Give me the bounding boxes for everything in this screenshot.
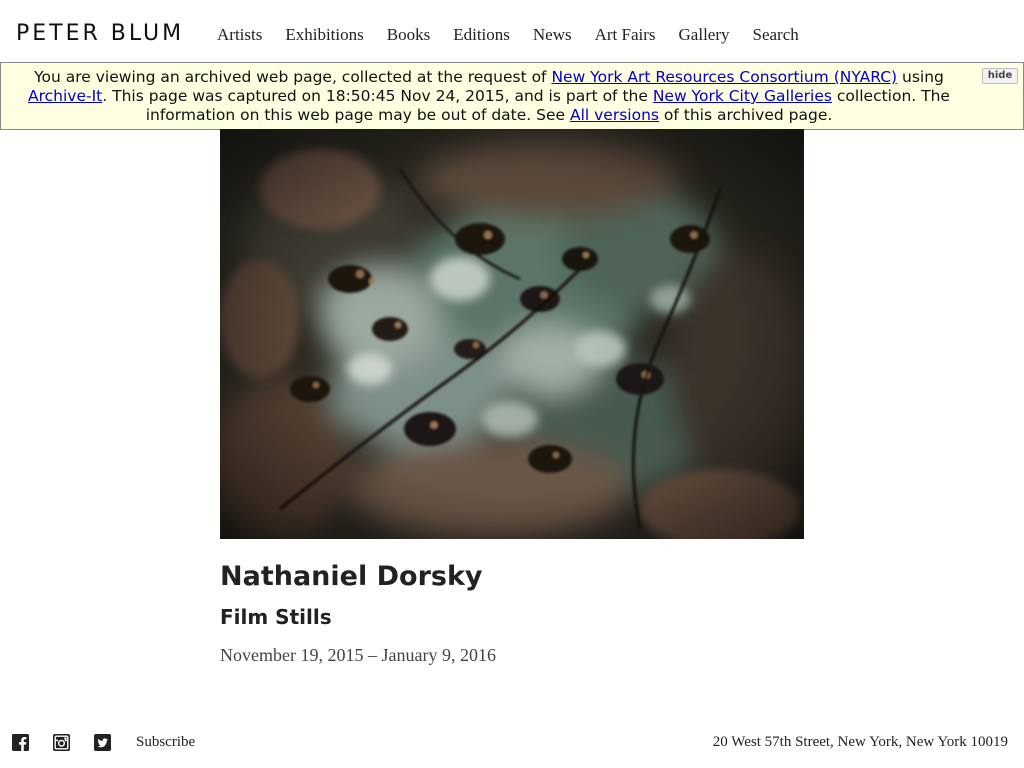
hide-banner-button[interactable]: hide xyxy=(982,68,1018,84)
banner-text-part: using xyxy=(897,68,944,86)
archive-banner: You are viewing an archived web page, co… xyxy=(0,62,1024,130)
banner-text-part: . This page was captured on 18:50:45 Nov… xyxy=(102,87,653,105)
hero-image-art xyxy=(220,129,804,539)
nyarc-link[interactable]: New York Art Resources Consortium (NYARC… xyxy=(551,68,897,86)
nav-news[interactable]: News xyxy=(533,25,572,45)
collection-link[interactable]: New York City Galleries xyxy=(653,87,832,105)
twitter-icon[interactable] xyxy=(94,734,111,751)
nav-gallery[interactable]: Gallery xyxy=(679,25,730,45)
archive-it-link[interactable]: Archive-It xyxy=(28,87,102,105)
subscribe-link[interactable]: Subscribe xyxy=(136,733,195,751)
nav-art-fairs[interactable]: Art Fairs xyxy=(595,25,656,45)
gallery-address: 20 West 57th Street, New York, New York … xyxy=(712,734,1008,750)
artist-name[interactable]: Nathaniel Dorsky xyxy=(220,560,483,594)
exhibition-title: Film Stills xyxy=(220,605,332,629)
facebook-icon[interactable] xyxy=(12,734,29,751)
site-header: PETER BLUM Artists Exhibitions Books Edi… xyxy=(0,0,1024,62)
all-versions-link[interactable]: All versions xyxy=(570,106,659,124)
archive-banner-text: You are viewing an archived web page, co… xyxy=(7,68,971,125)
nav-search[interactable]: Search xyxy=(753,25,799,45)
banner-text-part: You are viewing an archived web page, co… xyxy=(34,68,552,86)
exhibition-dates: November 19, 2015 – January 9, 2016 xyxy=(220,645,496,665)
instagram-icon[interactable] xyxy=(53,734,70,751)
banner-text-part: of this archived page. xyxy=(658,106,833,124)
nav-books[interactable]: Books xyxy=(387,25,430,45)
nav-editions[interactable]: Editions xyxy=(453,25,510,45)
site-logo[interactable]: PETER BLUM xyxy=(16,21,184,47)
exhibition-hero-image[interactable] xyxy=(220,129,804,539)
main-nav: Artists Exhibitions Books Editions News … xyxy=(217,25,822,45)
nav-artists[interactable]: Artists xyxy=(217,25,262,45)
nav-exhibitions[interactable]: Exhibitions xyxy=(285,25,363,45)
